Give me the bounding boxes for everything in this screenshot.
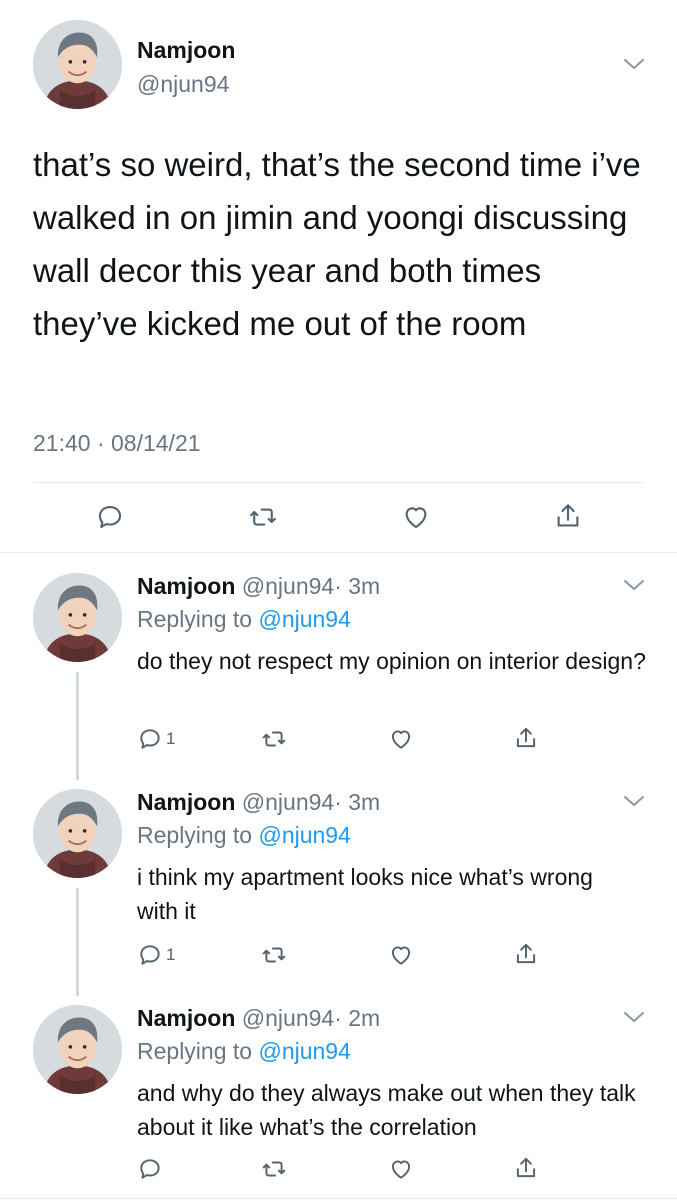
share-icon[interactable] (548, 498, 588, 534)
chevron-down-icon[interactable] (623, 56, 645, 72)
heart-icon[interactable] (383, 1152, 419, 1186)
avatar[interactable] (33, 20, 122, 109)
replying-to: Replying to @njun94 (137, 820, 351, 850)
mention-link[interactable]: @njun94 (258, 822, 350, 848)
heart-icon[interactable] (383, 722, 419, 756)
share-icon[interactable] (508, 1150, 544, 1186)
handle[interactable]: @njun94 (242, 1005, 334, 1031)
heart-icon[interactable] (383, 938, 419, 972)
share-icon[interactable] (508, 936, 544, 972)
handle[interactable]: @njun94 (242, 789, 334, 815)
reply-count: 1 (166, 729, 176, 748)
reply-header: Namjoon @njun94· 3m (137, 571, 380, 601)
replying-label: Replying to (137, 606, 253, 632)
replying-label: Replying to (137, 822, 253, 848)
handle[interactable]: @njun94 (137, 70, 229, 98)
retweet-icon[interactable] (256, 722, 292, 756)
time[interactable]: · 3m (334, 573, 380, 599)
reply-header: Namjoon @njun94· 3m (137, 787, 380, 817)
retweet-icon[interactable] (243, 500, 283, 534)
replying-to: Replying to @njun94 (137, 604, 351, 634)
chevron-down-icon[interactable] (623, 793, 645, 809)
time[interactable]: · 3m (334, 789, 380, 815)
reply-text: i think my apartment looks nice what’s w… (137, 864, 593, 924)
tweet-text: that’s so weird, that’s the second time … (33, 146, 641, 342)
reply-count: 1 (166, 945, 176, 964)
display-name[interactable]: Namjoon (137, 1005, 235, 1031)
timestamp[interactable]: 21:40 · 08/14/21 (33, 428, 201, 458)
replying-label: Replying to (137, 1038, 253, 1064)
time[interactable]: · 2m (334, 1005, 380, 1031)
avatar[interactable] (33, 573, 122, 662)
chevron-down-icon[interactable] (623, 1009, 645, 1025)
divider (0, 552, 677, 553)
divider (0, 1198, 677, 1199)
display-name[interactable]: Namjoon (137, 36, 235, 64)
avatar[interactable] (33, 1005, 122, 1094)
display-name[interactable]: Namjoon (137, 789, 235, 815)
mention-link[interactable]: @njun94 (258, 1038, 350, 1064)
reply-header: Namjoon @njun94· 2m (137, 1003, 380, 1033)
chevron-down-icon[interactable] (623, 577, 645, 593)
heart-icon[interactable] (396, 500, 436, 534)
replying-to: Replying to @njun94 (137, 1036, 351, 1066)
display-name[interactable]: Namjoon (137, 573, 235, 599)
avatar[interactable] (33, 789, 122, 878)
reply-text: do they not respect my opinion on interi… (137, 648, 646, 674)
reply-icon[interactable]: 1 (137, 722, 187, 756)
handle[interactable]: @njun94 (242, 573, 334, 599)
reply-text: and why do they always make out when the… (137, 1080, 636, 1140)
divider (33, 482, 643, 483)
retweet-icon[interactable] (256, 938, 292, 972)
thread-line (76, 888, 79, 996)
thread-line (76, 672, 79, 780)
share-icon[interactable] (508, 720, 544, 756)
reply-icon[interactable]: 1 (137, 938, 187, 972)
reply-icon[interactable] (90, 500, 130, 534)
retweet-icon[interactable] (256, 1152, 292, 1186)
mention-link[interactable]: @njun94 (258, 606, 350, 632)
reply-icon[interactable] (137, 1152, 177, 1186)
